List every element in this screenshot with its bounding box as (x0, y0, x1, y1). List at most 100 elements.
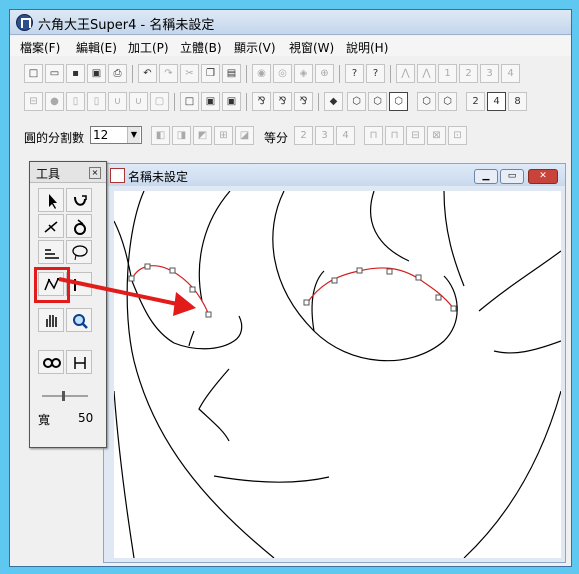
cube-view-5-icon[interactable]: ⬡ (438, 92, 457, 111)
object-color-icon[interactable]: ◆ (324, 92, 343, 111)
menu-solid[interactable]: 立體(B) (180, 39, 222, 56)
undo-icon[interactable]: ↶ (138, 64, 157, 83)
mouth-line (213, 475, 330, 483)
width-slider[interactable] (40, 390, 90, 402)
cube-view-3-icon[interactable]: ⬡ (389, 92, 408, 111)
primitive-u-icon[interactable]: ∪ (108, 92, 127, 111)
select-frame-icon[interactable]: ▣ (201, 92, 220, 111)
edge-tool-2-icon[interactable]: ⊓ (385, 126, 404, 145)
rect-select-icon[interactable]: □ (180, 92, 199, 111)
minimize-button[interactable]: ▁ (474, 169, 498, 184)
face-tool-1-icon[interactable]: ◧ (151, 126, 170, 145)
toolbar-shapes: ⊟ ● ▯ ▯ ∪ ∪ ▢ □ ▣ ▣ ⅋ ⅋ ⅋ ◆ ⬡ ⬡ ⬡ ⬡ ⬡ 2 … (14, 90, 567, 114)
subdiv-2-button[interactable]: 2 (466, 92, 485, 111)
drawing-canvas[interactable] (114, 191, 561, 558)
right-eye-lower (272, 191, 458, 362)
tools-panel: 工具 × 寬 50 (29, 161, 107, 448)
rotate-icon[interactable] (66, 188, 92, 212)
hand-icon[interactable] (38, 308, 64, 332)
sketch-drawing (114, 191, 561, 558)
menu-help[interactable]: 說明(H) (346, 39, 388, 56)
cube-view-4-icon[interactable]: ⬡ (417, 92, 436, 111)
view-wire-icon[interactable]: ◎ (273, 64, 292, 83)
axis-tool-2-icon[interactable]: ⋀ (417, 64, 436, 83)
save-all-icon[interactable]: ▣ (87, 64, 106, 83)
equal-4-button[interactable]: 4 (336, 126, 355, 145)
primitive-cup-icon[interactable]: ▯ (87, 92, 106, 111)
mirror-3-icon[interactable]: ⅋ (294, 92, 313, 111)
open-folder-icon[interactable]: ▭ (45, 64, 64, 83)
help-icon[interactable]: ? (345, 64, 364, 83)
menu-window[interactable]: 視窗(W) (289, 39, 334, 56)
mirror-icon[interactable]: ⅋ (252, 92, 271, 111)
cube-view-1-icon[interactable]: ⬡ (347, 92, 366, 111)
knife-tool-icon[interactable] (38, 214, 64, 238)
document-title: 名稱未設定 (128, 170, 189, 184)
face-right-contour (463, 390, 561, 558)
print-icon[interactable]: ⎙ (108, 64, 127, 83)
view-solid-icon[interactable]: ◉ (252, 64, 271, 83)
view-3-button[interactable]: 3 (480, 64, 499, 83)
eyes-tool-icon[interactable] (38, 350, 64, 374)
left-eye-lower (131, 280, 243, 350)
equal-3-button[interactable]: 3 (315, 126, 334, 145)
select-frame-2-icon[interactable]: ▣ (222, 92, 241, 111)
face-tool-3-icon[interactable]: ◩ (193, 126, 212, 145)
width-value: 50 (78, 411, 94, 425)
view-4-button[interactable]: 4 (501, 64, 520, 83)
paste-icon[interactable]: ▤ (222, 64, 241, 83)
close-button[interactable]: ✕ (528, 169, 558, 184)
menu-file[interactable]: 檔案(F) (20, 39, 60, 56)
edge-tool-3-icon[interactable]: ⊟ (406, 126, 425, 145)
circle-segments-label: 圓的分割數 (24, 131, 85, 145)
context-help-icon[interactable]: ? (366, 64, 385, 83)
subdiv-4-button[interactable]: 4 (487, 92, 506, 111)
equal-2-button[interactable]: 2 (294, 126, 313, 145)
width-label: 寬 (38, 413, 51, 427)
tools-panel-title: 工具 (36, 167, 61, 181)
hair-strand-2 (311, 270, 325, 332)
extrude-tool-icon[interactable] (38, 240, 64, 264)
figure-tool-icon[interactable] (66, 350, 92, 374)
view-1-button[interactable]: 1 (438, 64, 457, 83)
save-icon[interactable]: ▪ (66, 64, 85, 83)
cube-view-2-icon[interactable]: ⬡ (368, 92, 387, 111)
axis-tool-icon[interactable]: ⋀ (396, 64, 415, 83)
lasso-icon[interactable] (66, 240, 92, 264)
equal-divide-label: 等分 (264, 131, 289, 145)
zoom-icon[interactable] (66, 308, 92, 332)
circle-segments-select[interactable]: 12 (90, 126, 142, 144)
copy-icon[interactable]: ❐ (201, 64, 220, 83)
view-grid-icon[interactable]: ⊕ (315, 64, 334, 83)
cut-icon[interactable]: ✂ (180, 64, 199, 83)
new-file-icon[interactable]: □ (24, 64, 43, 83)
face-tool-5-icon[interactable]: ◪ (235, 126, 254, 145)
view-2-button[interactable]: 2 (459, 64, 478, 83)
document-window: 名稱未設定 ▁ ▭ ✕ (103, 163, 566, 563)
face-tool-4-icon[interactable]: ⊞ (214, 126, 233, 145)
tools-panel-close-icon[interactable]: × (89, 167, 101, 179)
app-window: 六角大王Super4 - 名稱未設定 檔案(F) 編輯(E) 加工(P) 立體(… (9, 9, 572, 567)
edge-tool-5-icon[interactable]: ⊡ (448, 126, 467, 145)
menu-edit[interactable]: 編輯(E) (76, 39, 117, 56)
window-title: 六角大王Super4 - 名稱未設定 (38, 18, 215, 33)
primitive-sphere-icon[interactable]: ● (45, 92, 64, 111)
face-tool-2-icon[interactable]: ◨ (172, 126, 191, 145)
redo-icon[interactable]: ↷ (159, 64, 178, 83)
pointer-icon[interactable] (38, 188, 64, 212)
primitive-cylinder-icon[interactable]: ⊟ (24, 92, 43, 111)
menu-view[interactable]: 顯示(V) (234, 39, 276, 56)
subdiv-8-button[interactable]: 8 (508, 92, 527, 111)
rotate-view-icon[interactable] (66, 214, 92, 238)
nose-line (198, 368, 230, 442)
menu-process[interactable]: 加工(P) (128, 39, 169, 56)
primitive-cube-icon[interactable]: ▢ (150, 92, 169, 111)
primitive-u2-icon[interactable]: ∪ (129, 92, 148, 111)
edge-tool-4-icon[interactable]: ⊠ (427, 126, 446, 145)
mirror-2-icon[interactable]: ⅋ (273, 92, 292, 111)
view-mesh-icon[interactable]: ◈ (294, 64, 313, 83)
highlight-box (34, 267, 70, 303)
primitive-box-icon[interactable]: ▯ (66, 92, 85, 111)
edge-tool-1-icon[interactable]: ⊓ (364, 126, 383, 145)
maximize-button[interactable]: ▭ (500, 169, 524, 184)
